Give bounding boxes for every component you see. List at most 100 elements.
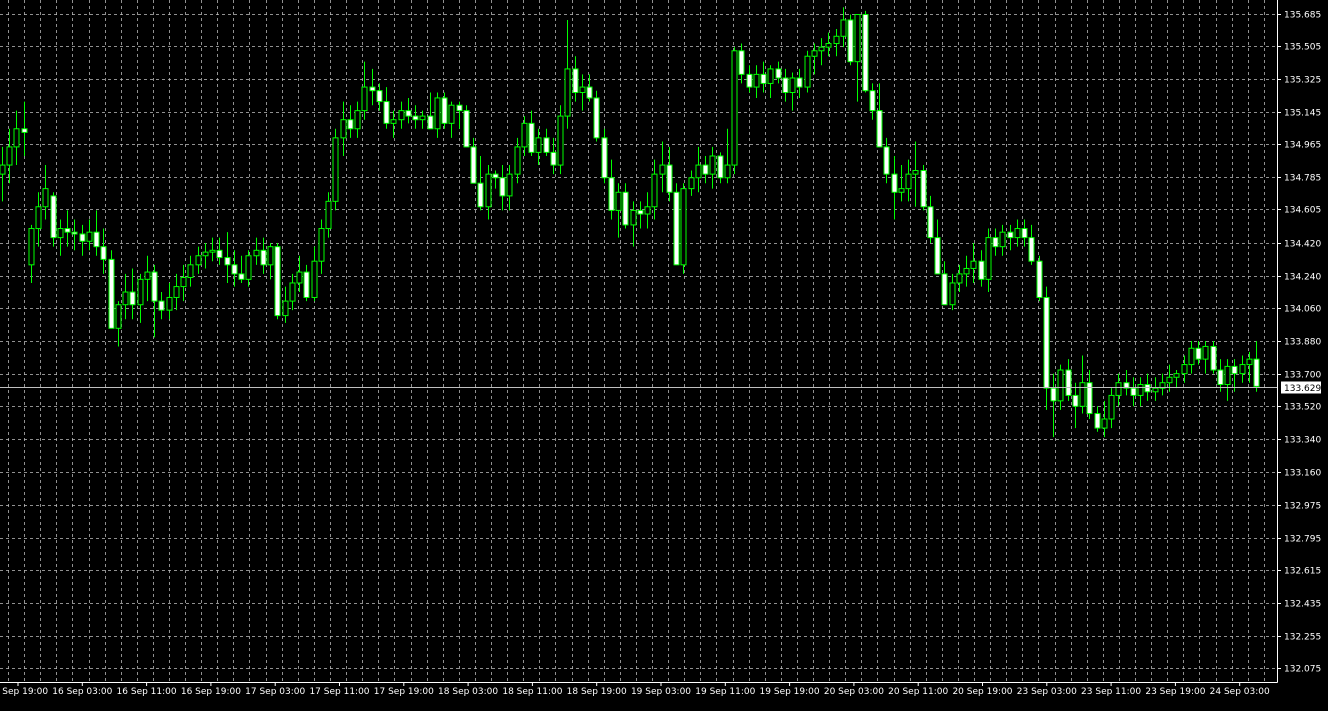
candle-bear [941, 273, 948, 306]
x-tick-label: 18 Sep 11:00 [502, 687, 562, 697]
candle-bear [470, 146, 477, 184]
candle-bull [659, 164, 666, 175]
candle-bull [1166, 376, 1173, 384]
candle-bull [1108, 394, 1115, 420]
x-tick-label: 24 Sep 03:00 [1210, 687, 1270, 697]
candle-bull [615, 191, 622, 211]
candle-bull [731, 50, 738, 166]
chart-background [0, 0, 1328, 707]
candle-bull [956, 273, 963, 284]
candle-bear [456, 104, 463, 112]
candle-bear [1195, 347, 1202, 360]
candle-bull [680, 188, 687, 266]
candle-bull [811, 50, 818, 57]
candle-bear [528, 122, 535, 153]
candle-bull [35, 206, 42, 230]
candle-bear [376, 90, 383, 103]
candle-bull [1246, 358, 1253, 366]
candle-bull [535, 137, 542, 153]
candle-bear [1036, 260, 1043, 298]
candle-bull [1181, 364, 1188, 375]
x-tick-label: 17 Sep 19:00 [374, 687, 434, 697]
candle-bear [347, 119, 354, 130]
candle-bear [238, 273, 245, 280]
y-tick-label: 134.605 [1284, 206, 1321, 216]
y-tick-label: 133.340 [1284, 436, 1321, 446]
candle-bull [1173, 373, 1180, 378]
candle-bull [296, 271, 303, 284]
candle-bear [499, 177, 506, 197]
candle-bear [883, 146, 890, 175]
candle-bull [122, 291, 129, 306]
candle-bear [978, 260, 985, 280]
candle-bull [579, 86, 586, 94]
candle-bear [129, 291, 136, 306]
candle-bear [1065, 369, 1072, 396]
candle-bear [50, 195, 57, 239]
y-tick-label: 133.700 [1284, 371, 1321, 381]
y-tick-label: 134.420 [1284, 240, 1321, 250]
y-tick-label: 132.615 [1284, 567, 1321, 577]
candle-bear [1028, 237, 1035, 262]
x-tick-label: 17 Sep 11:00 [309, 687, 369, 697]
candle-bull [86, 231, 93, 242]
candle-bear [586, 86, 593, 99]
candle-bear [702, 164, 709, 175]
candle-bull [557, 115, 564, 166]
candle-bear [108, 258, 115, 329]
candle-bear [158, 300, 165, 311]
y-tick-label: 135.685 [1284, 11, 1321, 21]
y-tick-label: 132.795 [1284, 535, 1321, 545]
candle-bear [876, 110, 883, 148]
x-tick-label: 20 Sep 11:00 [888, 687, 948, 697]
candle-bear [260, 249, 267, 266]
candle-bull [166, 296, 173, 311]
candle-bear [637, 209, 644, 215]
candle-bear [369, 86, 376, 92]
x-tick-label: 17 Sep 03:00 [245, 687, 305, 697]
y-tick-label: 132.255 [1284, 633, 1321, 643]
candle-bear [1050, 387, 1057, 402]
candle-bear [79, 233, 86, 242]
candle-bull [1014, 228, 1021, 239]
candle-bear [862, 14, 869, 92]
candle-bear [920, 170, 927, 208]
candle-bear [760, 73, 767, 84]
candle-bull [724, 164, 731, 179]
candle-bear [21, 128, 28, 133]
x-tick-label: 19 Sep 19:00 [760, 687, 820, 697]
candle-bear [593, 97, 600, 139]
candle-bull [753, 73, 760, 88]
y-tick-label: 132.435 [1284, 600, 1321, 610]
y-tick-label: 133.160 [1284, 469, 1321, 479]
candle-bull [325, 200, 332, 230]
candle-bear [71, 231, 78, 235]
candle-bear [64, 228, 71, 233]
candle-bear [608, 177, 615, 211]
candle-bull [514, 146, 521, 175]
candle-bear [463, 110, 470, 148]
candle-bear [492, 173, 499, 179]
x-tick-label: 19 Sep 03:00 [631, 687, 691, 697]
candle-bull [267, 246, 274, 266]
candle-bull [1224, 365, 1231, 386]
candle-bull [434, 97, 441, 130]
candle-bear [673, 191, 680, 266]
candle-bear [622, 191, 629, 226]
candle-bull [688, 177, 695, 190]
candle-bear [1253, 358, 1260, 387]
candle-bull [209, 249, 216, 253]
x-tick-label: 20 Sep 03:00 [824, 687, 884, 697]
candle-bull [1079, 382, 1086, 407]
candle-bull [448, 104, 455, 124]
candle-bull [245, 255, 252, 280]
candle-bull [630, 209, 637, 226]
candle-bear [477, 182, 484, 208]
candle-bull [398, 110, 405, 121]
candle-bull [390, 119, 397, 124]
candle-bear [543, 137, 550, 153]
candle-bear [847, 19, 854, 63]
price-chart[interactable]: 135.685 135.505 135.325 135.145 134.965 134.7… [0, 0, 1328, 707]
candle-bear [93, 231, 100, 248]
candle-bear [427, 115, 434, 130]
